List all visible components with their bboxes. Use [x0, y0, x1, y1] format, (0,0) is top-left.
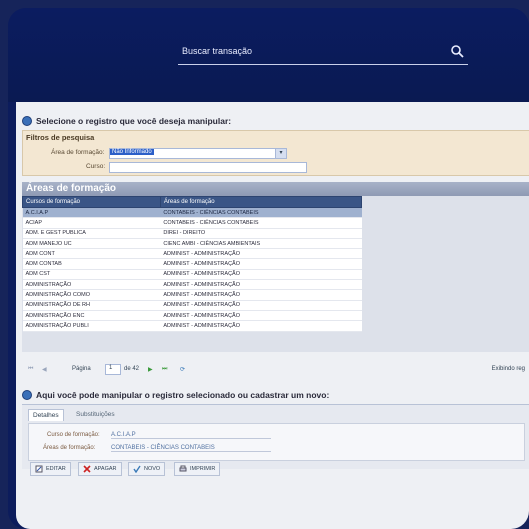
cell-curso: ADMINISTRAÇÃO ENC — [22, 310, 161, 322]
column-header-curso[interactable]: Cursos de formação — [22, 196, 161, 208]
cell-curso: ADM MANEJO UC — [22, 238, 161, 250]
cell-area: ADMINIST - ADMINISTRAÇÃO — [160, 300, 362, 311]
area-filter-label: Área de formação: — [51, 149, 105, 156]
cell-area: ADMINIST - ADMINISTRAÇÃO — [160, 310, 362, 322]
table-row[interactable]: ACIAP CONTABEIS - CIÊNCIAS CONTABEIS — [22, 217, 362, 229]
edit-button[interactable]: EDITAR — [30, 462, 71, 476]
prev-page-icon[interactable]: ◀ — [42, 366, 47, 373]
main-content: Selecione o registro que você deseja man… — [16, 102, 529, 529]
table-row[interactable]: ADM CONTAB ADMINIST - ADMINISTRAÇÃO — [22, 258, 362, 270]
detail-panel: Detalhes Substituições Curso de formação… — [22, 404, 529, 476]
cell-area: CIENC AMBI - CIÊNCIAS AMBIENTAIS — [160, 238, 362, 250]
delete-button[interactable]: APAGAR — [78, 462, 122, 476]
detail-form: Curso de formação: A.C.I.A.P Áreas de fo… — [28, 423, 525, 461]
page-count: de 42 — [124, 366, 140, 372]
page-number-input[interactable]: 1 — [105, 364, 121, 375]
table-row[interactable]: ADM MANEJO UC CIENC AMBI - CIÊNCIAS AMBIE… — [22, 238, 362, 250]
pager: ⏮ ◀ Página 1 de 42 ▶ ⏭ ⟳ Exibindo reg — [22, 364, 529, 376]
section-select-label: Selecione o registro que você deseja man… — [36, 116, 232, 126]
section-edit-title: Aqui você pode manipular o registro sele… — [22, 390, 329, 400]
tab-substituicoes[interactable]: Substituições — [72, 409, 119, 420]
print-button-label: IMPRIMIR — [190, 466, 216, 472]
delete-icon — [83, 465, 91, 473]
cell-area: CONTABEIS - CIÊNCIAS CONTABEIS — [160, 207, 362, 219]
refresh-icon[interactable]: ⟳ — [180, 366, 185, 373]
curso-detail-label: Curso de formação: — [47, 432, 100, 438]
cell-curso: A.C.I.A.P — [22, 207, 161, 219]
data-table: Cursos de formação Áreas de formação A.C… — [22, 196, 363, 332]
cell-curso: ADMINISTRAÇÃO DE RH — [22, 300, 161, 311]
area-filter-select[interactable]: Não Informado ▾ — [109, 148, 287, 159]
new-icon — [133, 465, 141, 473]
cell-area: ADMINIST - ADMINISTRAÇÃO — [160, 289, 362, 301]
last-page-icon[interactable]: ⏭ — [162, 366, 167, 373]
area-detail-value: CONTABEIS - CIÊNCIAS CONTABEIS — [111, 445, 271, 452]
cell-area: CONTABEIS - CIÊNCIAS CONTABEIS — [160, 217, 362, 229]
column-header-area[interactable]: Áreas de formação — [159, 196, 363, 208]
search-input[interactable]: Buscar transação — [182, 46, 252, 56]
new-button-label: NOVO — [144, 466, 161, 472]
table-row[interactable]: ADMINISTRAÇÃO PUBLI ADMINIST - ADMINISTRA… — [22, 320, 362, 332]
cell-area: ADMINIST - ADMINISTRAÇÃO — [160, 279, 362, 291]
search-bar[interactable]: Buscar transação — [178, 42, 468, 65]
cell-area: ADMINIST - ADMINISTRAÇÃO — [160, 258, 362, 270]
app-window: Buscar transação Selecione o registro qu… — [8, 8, 529, 529]
area-detail-label: Áreas de formação: — [43, 445, 96, 451]
print-button[interactable]: IMPRIMIR — [174, 462, 221, 476]
cell-curso: ADMINISTRAÇÃO COMO — [22, 289, 161, 301]
cell-area: ADMINIST - ADMINISTRAÇÃO — [160, 248, 362, 260]
delete-button-label: APAGAR — [94, 466, 117, 472]
table-header-row: Cursos de formação Áreas de formação — [22, 196, 363, 208]
filters-panel: Filtros de pesquisa Área de formação: Nã… — [22, 130, 529, 176]
cell-area: DIREI - DIREITO — [160, 228, 362, 239]
cell-curso: ADMINISTRAÇÃO PUBLI — [22, 320, 161, 332]
cell-curso: ADM. E GEST PUBLICA — [22, 228, 161, 239]
edit-icon — [35, 465, 43, 473]
filters-title: Filtros de pesquisa — [26, 133, 95, 142]
info-icon — [22, 390, 32, 400]
page-number-value: 1 — [109, 365, 113, 371]
table-row[interactable]: ADMINISTRAÇÃO DE RH ADMINIST - ADMINISTRA… — [22, 300, 362, 311]
section-edit-label: Aqui você pode manipular o registro sele… — [36, 390, 330, 400]
cell-curso: ACIAP — [22, 217, 161, 229]
cell-area: ADMINIST - ADMINISTRAÇÃO — [160, 320, 362, 332]
curso-detail-value: A.C.I.A.P — [111, 432, 271, 439]
cell-curso: ADM CONTAB — [22, 258, 161, 270]
print-icon — [179, 465, 187, 472]
cell-curso: ADM CONT — [22, 248, 161, 260]
new-button[interactable]: NOVO — [128, 462, 166, 476]
area-filter-value: Não Informado — [110, 149, 154, 155]
table-row[interactable]: A.C.I.A.P CONTABEIS - CIÊNCIAS CONTABEIS — [22, 207, 362, 219]
curso-filter-input[interactable] — [109, 162, 307, 173]
tab-detalhes[interactable]: Detalhes — [28, 409, 64, 421]
search-icon[interactable] — [450, 44, 464, 58]
chevron-down-icon[interactable]: ▾ — [275, 149, 286, 158]
top-bar: Buscar transação — [8, 8, 529, 102]
grid-title: Áreas de formação — [22, 182, 529, 196]
curso-filter-label: Curso: — [86, 163, 106, 170]
first-page-icon[interactable]: ⏮ — [28, 366, 33, 373]
info-icon — [22, 116, 32, 126]
cell-curso: ADM CST — [22, 269, 161, 281]
page-label: Página — [72, 366, 91, 372]
table-row[interactable]: ADMINISTRAÇÃO COMO ADMINIST - ADMINISTRAÇ… — [22, 289, 362, 301]
edit-button-label: EDITAR — [46, 466, 66, 472]
cell-curso: ADMINISTRAÇÃO — [22, 279, 161, 291]
record-status: Exibindo reg — [491, 366, 525, 372]
next-page-icon[interactable]: ▶ — [148, 366, 153, 373]
table-row[interactable]: ADM. E GEST PUBLICA DIREI - DIREITO — [22, 228, 362, 239]
table-row[interactable]: ADM CST ADMINIST - ADMINISTRAÇÃO — [22, 269, 362, 281]
table-row[interactable]: ADMINISTRAÇÃO ADMINIST - ADMINISTRAÇÃO — [22, 279, 362, 291]
section-select-title: Selecione o registro que você deseja man… — [22, 116, 231, 126]
table-row[interactable]: ADM CONT ADMINIST - ADMINISTRAÇÃO — [22, 248, 362, 260]
table-row[interactable]: ADMINISTRAÇÃO ENC ADMINIST - ADMINISTRAÇÃ… — [22, 310, 362, 322]
cell-area: ADMINIST - ADMINISTRAÇÃO — [160, 269, 362, 281]
